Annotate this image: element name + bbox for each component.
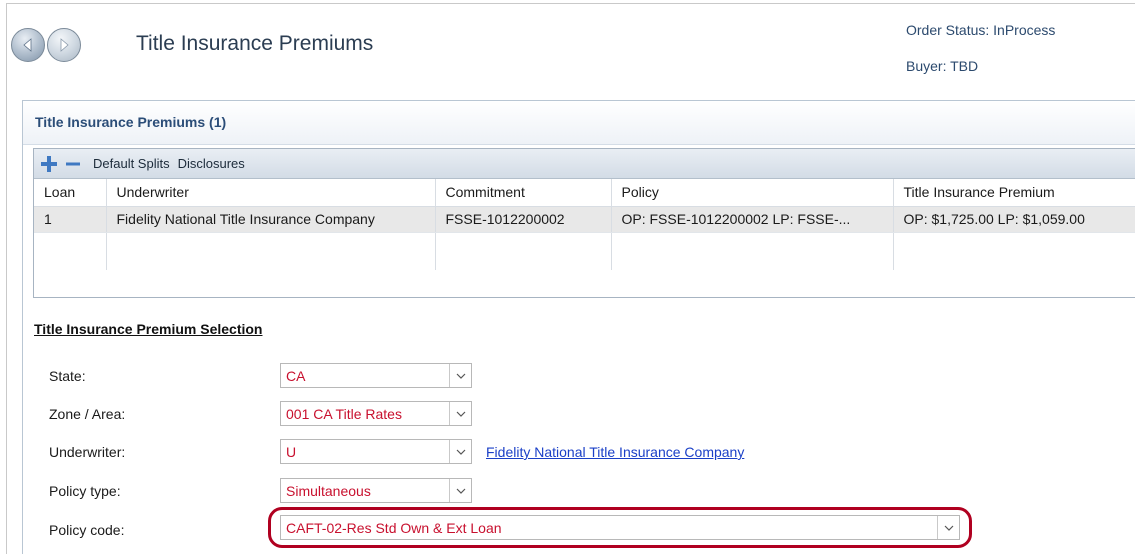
- chevron-down-icon[interactable]: [449, 479, 471, 502]
- disclosures-button[interactable]: Disclosures: [178, 156, 245, 171]
- state-label: State:: [49, 368, 86, 384]
- underwriter-value: U: [286, 443, 297, 460]
- chevron-down-icon[interactable]: [449, 402, 471, 425]
- forward-button[interactable]: [47, 28, 81, 62]
- default-splits-button[interactable]: Default Splits: [93, 156, 170, 171]
- back-button[interactable]: [11, 28, 45, 62]
- underwriter-label: Underwriter:: [49, 444, 126, 460]
- policy-type-value: Simultaneous: [286, 482, 371, 499]
- state-select[interactable]: CA: [280, 363, 472, 388]
- column-header-underwriter[interactable]: Underwriter: [106, 179, 436, 207]
- page-title: Title Insurance Premiums: [136, 32, 374, 55]
- table-row[interactable]: 1 Fidelity National Title Insurance Comp…: [34, 206, 1135, 233]
- empty-row: [34, 232, 1135, 270]
- order-status: Order Status: InProcess: [906, 22, 1056, 38]
- column-header-loan[interactable]: Loan: [34, 179, 107, 207]
- cell-premium: OP: $1,725.00 LP: $1,059.00: [893, 206, 1135, 233]
- underwriter-select[interactable]: U: [280, 439, 472, 464]
- policy-code-label: Policy code:: [49, 522, 125, 538]
- column-header-premium[interactable]: Title Insurance Premium: [893, 179, 1135, 207]
- table-header-row: Loan Underwriter Commitment Policy Title…: [34, 179, 1135, 207]
- chevron-down-icon[interactable]: [449, 440, 471, 463]
- zone-select[interactable]: 001 CA Title Rates: [280, 401, 472, 426]
- cell-commitment: FSSE-1012200002: [435, 206, 612, 233]
- column-header-commitment[interactable]: Commitment: [435, 179, 612, 207]
- selection-section-title: Title Insurance Premium Selection: [34, 321, 263, 337]
- panel-title: Title Insurance Premiums (1): [23, 101, 1135, 145]
- policy-type-label: Policy type:: [49, 483, 121, 499]
- column-header-policy[interactable]: Policy: [611, 179, 894, 207]
- cell-underwriter: Fidelity National Title Insurance Compan…: [106, 206, 436, 233]
- cell-loan: 1: [34, 206, 107, 233]
- grid-toolbar: Default Splits Disclosures: [34, 149, 1135, 179]
- minus-icon[interactable]: [63, 154, 83, 174]
- zone-value: 001 CA Title Rates: [286, 405, 402, 422]
- arrow-left-icon: [23, 38, 32, 52]
- arrow-right-icon: [60, 38, 69, 52]
- buyer-label: Buyer: TBD: [906, 58, 979, 74]
- cell-policy: OP: FSSE-1012200002 LP: FSSE-...: [611, 206, 894, 233]
- underwriter-link[interactable]: Fidelity National Title Insurance Compan…: [486, 444, 744, 460]
- plus-icon[interactable]: [39, 154, 59, 174]
- policy-type-select[interactable]: Simultaneous: [280, 478, 472, 503]
- policy-code-highlight: [268, 507, 972, 548]
- premiums-grid: Default Splits Disclosures Loan Underwri…: [33, 148, 1135, 298]
- premiums-table: Loan Underwriter Commitment Policy Title…: [34, 179, 1135, 270]
- chevron-down-icon[interactable]: [449, 364, 471, 387]
- zone-label: Zone / Area:: [49, 406, 126, 422]
- state-value: CA: [286, 367, 306, 384]
